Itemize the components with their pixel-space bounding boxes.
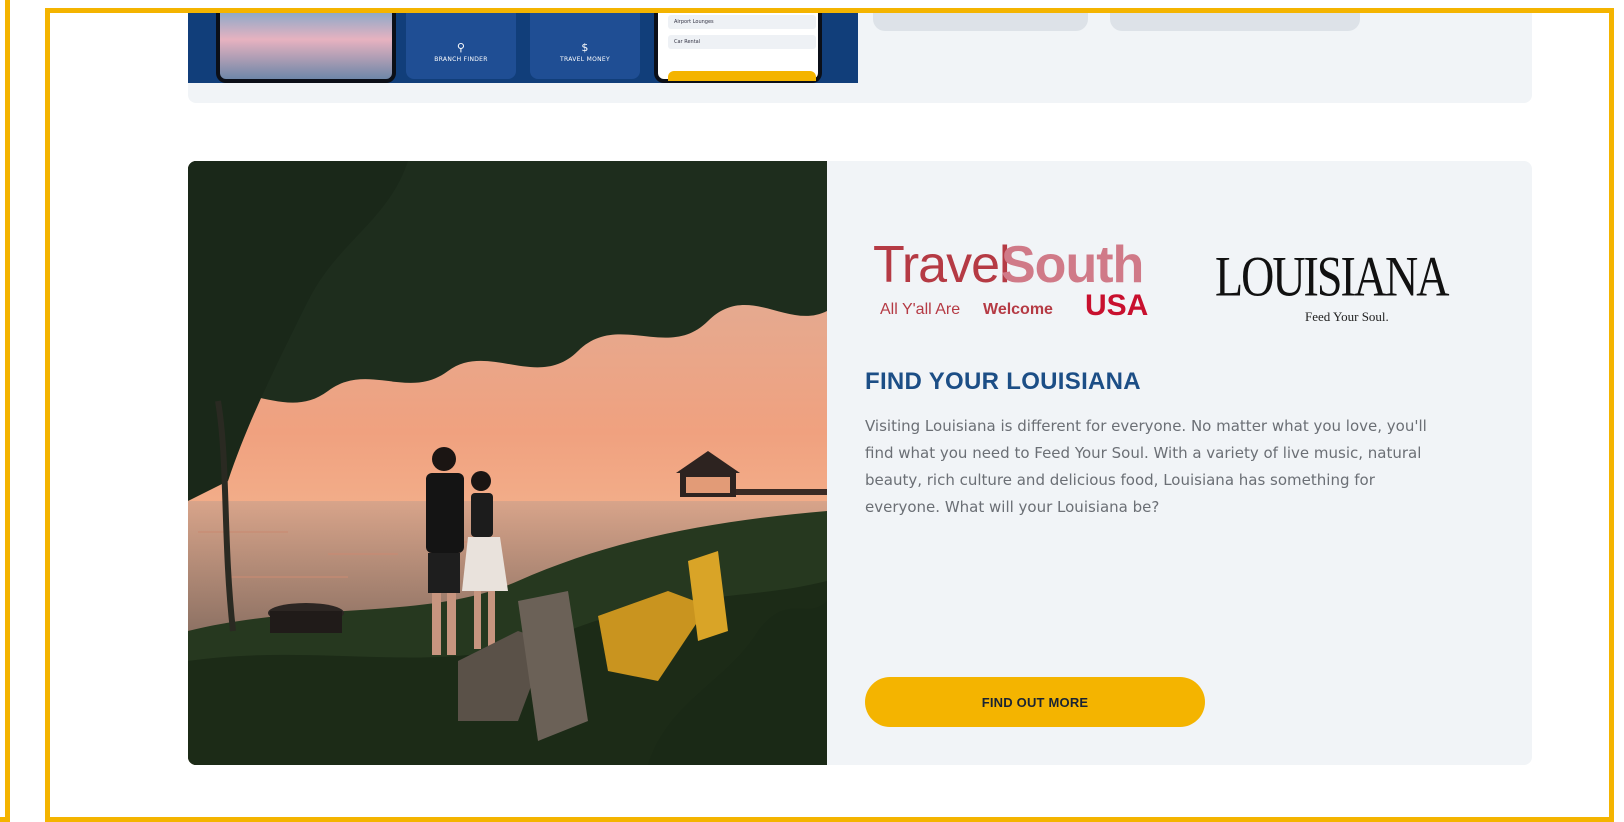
- tile-label: TRAVEL MONEY: [560, 56, 610, 63]
- logo-text-travel: Travel: [873, 236, 1011, 294]
- previous-card-button-1[interactable]: [873, 13, 1088, 31]
- previous-promo-card: ⚲ BRANCH FINDER $ TRAVEL MONEY Airport L…: [188, 13, 1532, 103]
- menu-row: Airport Lounges: [668, 15, 816, 29]
- tile-label: BRANCH FINDER: [434, 56, 488, 63]
- phone-screen-menu: Airport Lounges Car Rental: [654, 13, 822, 83]
- logo-text-south: South: [1001, 236, 1144, 294]
- promo-description: Visiting Louisiana is different for ever…: [865, 417, 1427, 516]
- phone-screen-beach: [216, 13, 396, 83]
- page-frame: ⚲ BRANCH FINDER $ TRAVEL MONEY Airport L…: [45, 8, 1614, 822]
- louisiana-promo-card: Travel South All Y'all Are Welcome USA L…: [188, 161, 1532, 765]
- logo-text-usa: USA: [1085, 289, 1149, 322]
- promo-content: Travel South All Y'all Are Welcome USA L…: [865, 161, 1505, 765]
- logo-tagline-prefix: All Y'all Are: [880, 301, 961, 318]
- previous-card-button-2[interactable]: [1110, 13, 1360, 31]
- find-out-more-button[interactable]: FIND OUT MORE: [865, 677, 1205, 727]
- promo-headline: FIND YOUR LOUISIANA: [865, 368, 1141, 395]
- travel-south-usa-logo[interactable]: Travel South All Y'all Are Welcome USA: [873, 237, 1193, 327]
- menu-button: [668, 71, 816, 81]
- louisiana-wordmark: LOUISIANA: [1215, 244, 1449, 308]
- sunset-couple-photo: [188, 161, 827, 765]
- currency-icon: $: [581, 41, 589, 54]
- app-showcase-image: ⚲ BRANCH FINDER $ TRAVEL MONEY Airport L…: [188, 13, 858, 83]
- left-frame-border: [0, 0, 10, 822]
- louisiana-tagline: Feed Your Soul.: [1305, 309, 1389, 324]
- menu-row: Car Rental: [668, 35, 816, 49]
- logo-tagline-bold: Welcome: [983, 301, 1053, 318]
- louisiana-logo[interactable]: LOUISIANA Feed Your Soul.: [1215, 239, 1449, 329]
- location-pin-icon: ⚲: [456, 41, 466, 54]
- branch-finder-tile: ⚲ BRANCH FINDER: [406, 13, 516, 79]
- travel-money-tile: $ TRAVEL MONEY: [530, 13, 640, 79]
